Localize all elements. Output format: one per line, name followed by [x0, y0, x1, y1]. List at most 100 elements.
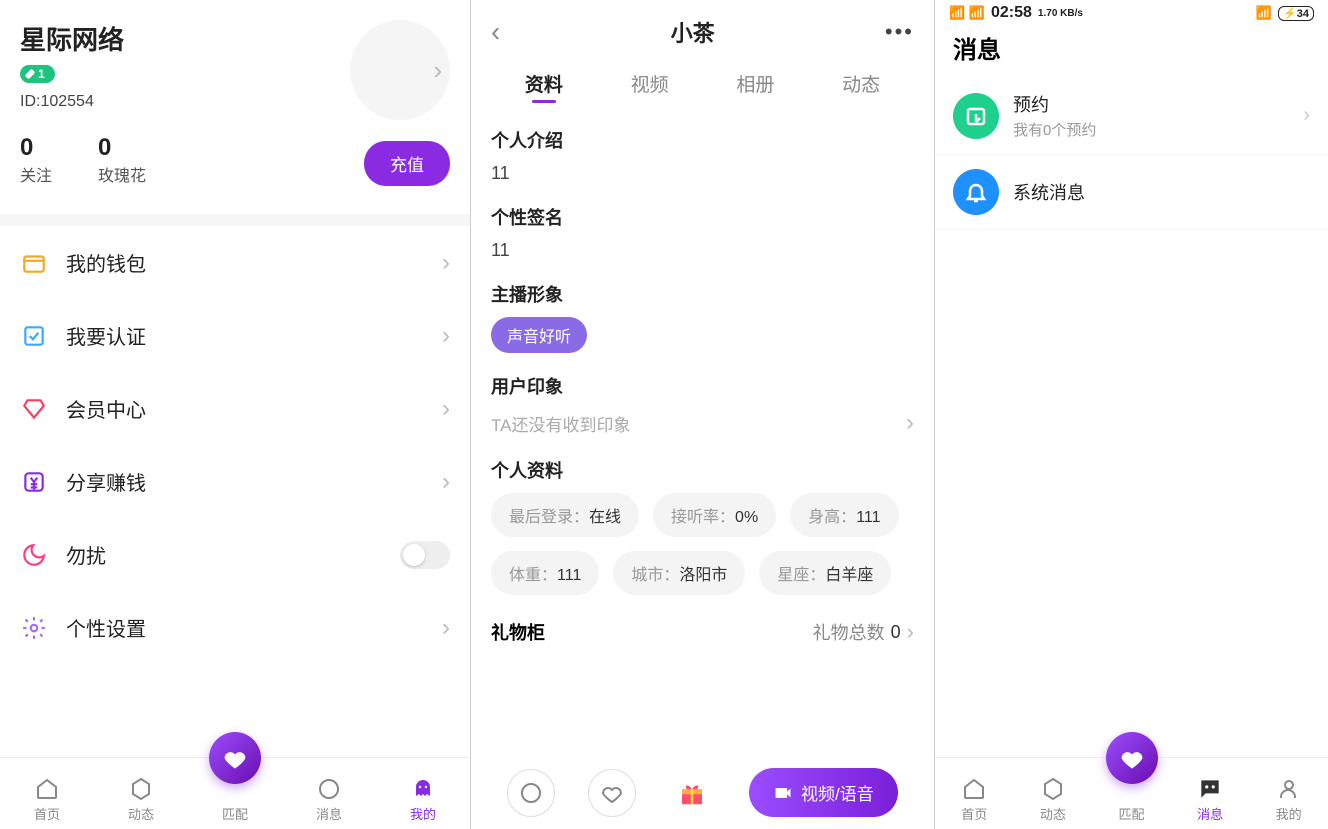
nav-msg[interactable]: 消息 — [1171, 758, 1250, 829]
chevron-right-icon: › — [1303, 104, 1310, 127]
back-button[interactable]: ‹ — [491, 16, 500, 48]
hexagon-icon — [128, 776, 154, 802]
nav-msg[interactable]: 消息 — [282, 758, 376, 829]
tab-info[interactable]: 资料 — [525, 70, 563, 97]
chevron-right-icon: › — [442, 322, 450, 350]
signature-value: 11 — [491, 240, 914, 261]
menu-settings[interactable]: 个性设置 › — [0, 591, 470, 664]
recharge-button[interactable]: 充值 — [364, 141, 450, 186]
call-button[interactable]: 视频/语音 — [749, 768, 898, 817]
chat-button[interactable] — [507, 769, 555, 817]
msg-appointment[interactable]: 预约 我有0个预约 › — [935, 77, 1328, 155]
menu-vip[interactable]: 会员中心 › — [0, 372, 470, 445]
status-net: 1.70 KB/s — [1038, 8, 1083, 19]
nav-me[interactable]: 我的 — [376, 758, 470, 829]
chevron-right-icon: › — [906, 409, 914, 437]
tab-album[interactable]: 相册 — [736, 70, 774, 97]
chip-answer-rate: 接听率：0% — [653, 493, 776, 537]
chip-weight: 体重：111 — [491, 551, 599, 595]
home-icon — [34, 776, 60, 802]
match-fab-icon — [209, 732, 261, 784]
menu-share[interactable]: 分享赚钱 › — [0, 445, 470, 518]
username: 星际网络 — [20, 20, 124, 57]
chevron-right-icon: › — [907, 619, 914, 645]
nav-feed[interactable]: 动态 — [1014, 758, 1093, 829]
wifi-icon: 📶 — [1256, 5, 1272, 21]
ghost-icon — [410, 776, 436, 802]
moon-icon — [20, 541, 48, 569]
menu-dnd: 勿扰 — [0, 518, 470, 591]
page-title: 消息 — [935, 24, 1328, 77]
more-icon[interactable]: ••• — [885, 19, 914, 45]
chevron-right-icon: › — [442, 614, 450, 642]
detail-heading: 个人资料 — [491, 457, 914, 483]
user-id: ID:102554 — [20, 93, 124, 111]
impression-row[interactable]: TA还没有收到印象 › — [491, 409, 914, 437]
verify-icon — [20, 322, 48, 350]
host-heading: 主播形象 — [491, 281, 914, 307]
menu-verify[interactable]: 我要认证 › — [0, 299, 470, 372]
stat-roses[interactable]: 0 玫瑰花 — [98, 134, 146, 186]
nav-home[interactable]: 首页 — [0, 758, 94, 829]
gear-icon — [20, 614, 48, 642]
stat-roses-count: 0 — [98, 134, 146, 162]
dnd-toggle[interactable] — [400, 541, 450, 569]
intro-value: 11 — [491, 163, 914, 184]
message-active-icon — [1197, 776, 1223, 802]
chip-height: 身高：111 — [790, 493, 898, 537]
menu-wallet-label: 我的钱包 — [66, 248, 146, 277]
message-icon — [316, 776, 342, 802]
msg-appointment-title: 预约 — [1013, 91, 1096, 117]
page-title: 小茶 — [671, 16, 715, 48]
stat-roses-label: 玫瑰花 — [98, 162, 146, 186]
nav-home[interactable]: 首页 — [935, 758, 1014, 829]
menu-share-label: 分享赚钱 — [66, 467, 146, 496]
menu-settings-label: 个性设置 — [66, 613, 146, 642]
status-time: 02:58 — [991, 4, 1032, 22]
tab-video[interactable]: 视频 — [631, 70, 669, 97]
bell-icon — [953, 169, 999, 215]
like-button[interactable] — [588, 769, 636, 817]
calendar-icon — [953, 93, 999, 139]
avatar[interactable]: › — [350, 20, 450, 120]
signature-heading: 个性签名 — [491, 204, 914, 230]
status-bar: 📶 📶 02:58 1.70 KB/s 📶 ⚡34 — [935, 0, 1328, 24]
menu-wallet[interactable]: 我的钱包 › — [0, 226, 470, 299]
chevron-right-icon: › — [442, 468, 450, 496]
gift-heading: 礼物柜 — [491, 619, 545, 645]
impression-empty: TA还没有收到印象 — [491, 411, 630, 436]
gift-button[interactable] — [668, 769, 716, 817]
nav-me[interactable]: 我的 — [1249, 758, 1328, 829]
bottom-nav: 首页 动态 匹配 消息 我的 — [935, 757, 1328, 829]
menu-vip-label: 会员中心 — [66, 394, 146, 423]
hexagon-icon — [1040, 776, 1066, 802]
stat-follow-label: 关注 — [20, 162, 52, 186]
level-badge: 1 — [20, 65, 55, 83]
host-tag: 声音好听 — [491, 317, 587, 353]
user-icon — [1276, 776, 1302, 802]
diamond-icon — [20, 395, 48, 423]
menu-verify-label: 我要认证 — [66, 321, 146, 350]
msg-system[interactable]: 系统消息 — [935, 155, 1328, 230]
chip-zodiac: 星座：白羊座 — [759, 551, 891, 595]
stat-follow-count: 0 — [20, 134, 52, 162]
stat-follow[interactable]: 0 关注 — [20, 134, 52, 186]
nav-match[interactable]: 匹配 — [188, 758, 282, 829]
nav-match[interactable]: 匹配 — [1092, 758, 1171, 829]
nav-feed[interactable]: 动态 — [94, 758, 188, 829]
yen-icon — [20, 468, 48, 496]
home-icon — [961, 776, 987, 802]
signal-icon: 📶 📶 — [949, 5, 985, 21]
battery-icon: ⚡34 — [1278, 6, 1314, 21]
chevron-right-icon: › — [442, 249, 450, 277]
chip-city: 城市：洛阳市 — [613, 551, 745, 595]
chevron-right-icon: › — [433, 55, 442, 86]
intro-heading: 个人介绍 — [491, 127, 914, 153]
impression-heading: 用户印象 — [491, 373, 914, 399]
wallet-icon — [20, 249, 48, 277]
tab-feed[interactable]: 动态 — [842, 70, 880, 97]
match-fab-icon — [1106, 732, 1158, 784]
msg-appointment-sub: 我有0个预约 — [1013, 119, 1096, 140]
gift-cabinet-row[interactable]: 礼物柜 礼物总数 0 › — [491, 619, 914, 645]
menu-dnd-label: 勿扰 — [66, 540, 106, 569]
